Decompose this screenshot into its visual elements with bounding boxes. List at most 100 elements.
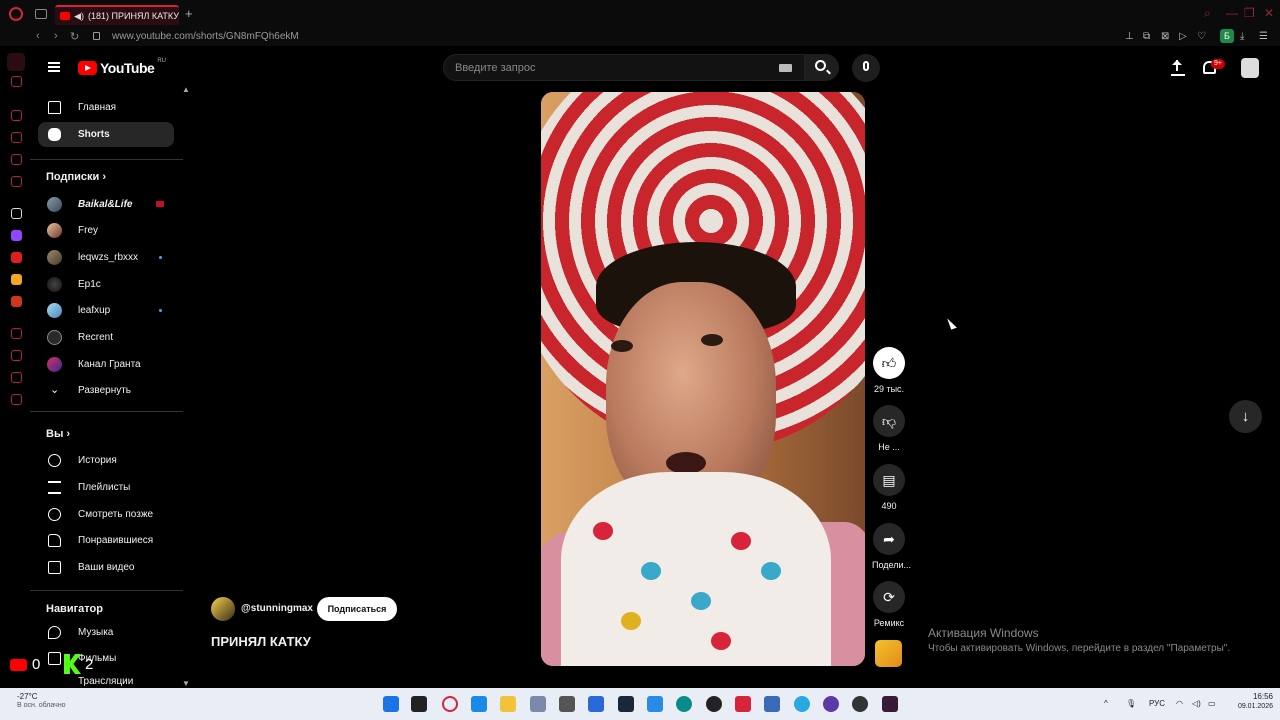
player-icon[interactable]: ▷ [1179,31,1187,42]
speaker-icon[interactable]: ◀) [74,11,84,22]
search-tabs-icon[interactable]: ⌕ [1204,6,1211,21]
vk-icon[interactable] [11,296,22,307]
like-action[interactable]: 👍︎ 29 тыс. [872,347,906,394]
extensions-icon[interactable] [11,132,22,143]
you-heading[interactable]: Вы › [46,428,70,440]
sidebar-item-shorts[interactable]: Shorts [38,122,174,147]
bookmark-heart-icon[interactable]: ♡ [1197,31,1206,42]
volume-icon[interactable]: ◁) [1192,699,1201,708]
weather-widget[interactable]: -27°C В осн. облачно [17,692,66,709]
account-avatar[interactable] [1241,58,1259,78]
sidebar-item-watch-later[interactable]: Смотреть позже [38,502,174,527]
create-upload-icon[interactable] [1171,60,1185,76]
reload-icon[interactable]: ↻ [70,30,79,43]
tray-overflow-icon[interactable]: ^ [1104,699,1108,708]
minimize-icon[interactable]: — [1226,6,1238,20]
sidebar-item-subscription[interactable]: leqwzs_rbxxx [38,245,174,270]
camera-icon[interactable] [559,696,575,712]
opera-logo-icon[interactable] [9,7,23,21]
close-icon[interactable]: ✕ [1264,6,1274,20]
sidebar-item-playlists[interactable]: Плейлисты [38,475,174,500]
news-icon[interactable] [11,176,22,187]
next-short-button[interactable]: ↓ [1229,400,1262,433]
obs-icon[interactable] [852,696,868,712]
url-field[interactable]: www.youtube.com/shorts/GN8mFQh6ekM [112,31,299,42]
snapshot-icon[interactable]: ⧉ [1143,31,1150,42]
share-action[interactable]: ➦ Подели... [872,523,911,570]
dislike-action[interactable]: 👎︎ Не ... [872,405,906,452]
new-tab-button[interactable]: + [185,6,193,21]
media-player-icon[interactable] [706,696,722,712]
sidebar-item-your-videos[interactable]: Ваши видео [38,555,174,580]
maximize-icon[interactable]: ❐ [1244,6,1255,20]
edge-icon[interactable] [676,696,692,712]
browser-tab-active[interactable]: ◀) (181) ПРИНЯЛ КАТКУ [55,5,179,25]
history-sidebar-icon[interactable] [11,350,22,361]
download-icon[interactable]: ⤓ [1240,31,1244,42]
battery-icon[interactable]: ▭ [1208,699,1216,708]
menu-icon[interactable] [48,62,60,72]
app-purple-icon[interactable] [823,696,839,712]
voice-search-button[interactable] [852,54,880,82]
short-video-player[interactable] [541,92,865,666]
opera-taskbar-icon[interactable] [442,696,458,712]
sidebar-item-home[interactable]: Главная [38,95,174,120]
sidebar-item-subscription[interactable]: Канал Гранта [38,352,174,377]
tray-mic-icon[interactable]: 🎙︎ [1126,699,1136,708]
channel-name[interactable]: @stunningmax [241,603,313,614]
telegram-icon[interactable] [794,696,810,712]
app-icon[interactable] [11,208,22,219]
language-indicator[interactable]: РУС [1149,699,1165,708]
youtube-logo[interactable]: YouTube RU [78,58,166,76]
keyboard-icon[interactable] [779,64,792,72]
search-button[interactable] [805,54,839,81]
file-explorer-icon[interactable] [500,696,516,712]
chat-sidebar-icon[interactable] [11,372,22,383]
sound-thumbnail[interactable] [875,640,902,667]
forward-icon[interactable]: › [54,30,58,42]
yandex-icon[interactable] [11,252,22,263]
subscribe-button[interactable]: Подписаться [317,597,397,621]
easy-setup-icon[interactable]: ☰ [1259,31,1268,42]
system-clock[interactable]: 16:56 09.01.2026 [1229,692,1273,710]
sidebar-item-live[interactable]: Трансляции [38,673,174,688]
store-icon[interactable] [588,696,604,712]
sidebar-item-subscription[interactable]: Ep1c [38,272,174,297]
profile-button[interactable]: Б [1220,29,1234,43]
back-icon[interactable]: ‹ [36,30,40,42]
sidebar-item-subscription[interactable]: Frey [38,218,174,243]
search-input[interactable]: Введите запрос [443,54,805,81]
remix-action[interactable]: ⟳ Ремикс [872,581,906,628]
music-app-icon[interactable] [11,274,22,285]
sidebar-item-subscription[interactable]: Baikal&Life [38,192,174,217]
task-view-icon[interactable] [411,696,427,712]
network-app-icon[interactable] [764,696,780,712]
app-red-icon[interactable] [735,696,751,712]
speed-dial-icon[interactable] [11,110,22,121]
sidebar-item-expand[interactable]: ⌄ Развернуть [38,378,174,403]
sidebar-item-music[interactable]: Музыка [38,620,174,645]
channel-avatar[interactable] [211,597,235,621]
adblock-icon[interactable]: ⊠ [1161,31,1169,42]
sidebar-item-subscription[interactable]: Recrent [38,325,174,350]
app-dark-icon[interactable] [882,696,898,712]
pin-icon[interactable]: ⊥ [1125,31,1134,42]
twitch-icon[interactable] [11,230,22,241]
sidebar-item-liked[interactable]: Понравившиеся [38,528,174,553]
sidebar-item-subscription[interactable]: leafxup [38,298,174,323]
app-taskbar-icon[interactable] [471,696,487,712]
settings-sidebar-icon[interactable] [11,394,22,405]
steam-icon[interactable] [618,696,634,712]
start-icon[interactable] [383,696,399,712]
lock-icon[interactable] [93,32,100,40]
messenger-icon[interactable] [11,154,22,165]
sidebar-item-films[interactable]: Фильмы [38,646,174,671]
subscriptions-heading[interactable]: Подписки › [46,171,106,183]
sidebar-scroll-down-icon[interactable]: ▼ [182,679,190,688]
sidebar-item-history[interactable]: История [38,448,174,473]
tab-islands-icon[interactable] [35,9,47,19]
comments-action[interactable]: ▤ 490 [872,464,906,511]
sidebar-scroll-up-icon[interactable]: ▲ [182,85,190,94]
player-sidebar-icon[interactable] [11,328,22,339]
aria-icon[interactable] [11,76,22,87]
